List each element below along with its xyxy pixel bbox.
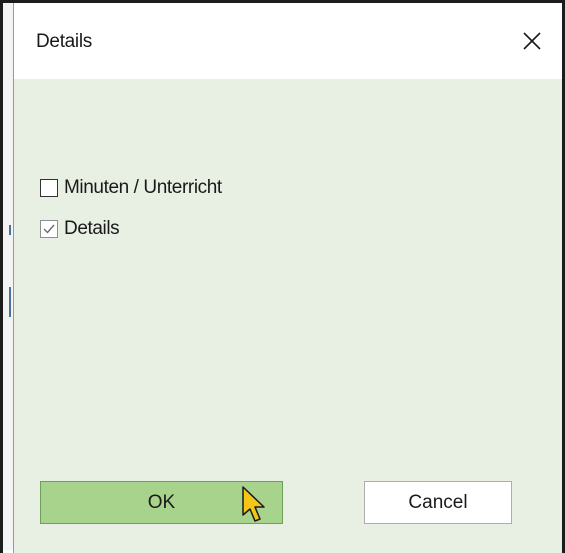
- dialog-title: Details: [36, 31, 92, 52]
- minuten-unterricht-checkbox[interactable]: [40, 179, 58, 197]
- close-icon: [523, 32, 541, 50]
- details-dialog: Details Minuten / Unterricht Details OK …: [13, 3, 563, 553]
- details-checkbox[interactable]: [40, 220, 58, 238]
- checkmark-icon: [43, 224, 55, 234]
- option-minuten-unterricht[interactable]: Minuten / Unterricht: [40, 177, 222, 199]
- mouse-cursor-icon: [242, 486, 265, 522]
- details-label: Details: [64, 218, 120, 239]
- cancel-button[interactable]: Cancel: [364, 481, 512, 524]
- dialog-titlebar: Details: [14, 3, 563, 79]
- option-details[interactable]: Details: [40, 218, 120, 240]
- close-button[interactable]: [515, 25, 549, 57]
- minuten-unterricht-label: Minuten / Unterricht: [64, 177, 222, 198]
- background-window-strip: [3, 3, 13, 550]
